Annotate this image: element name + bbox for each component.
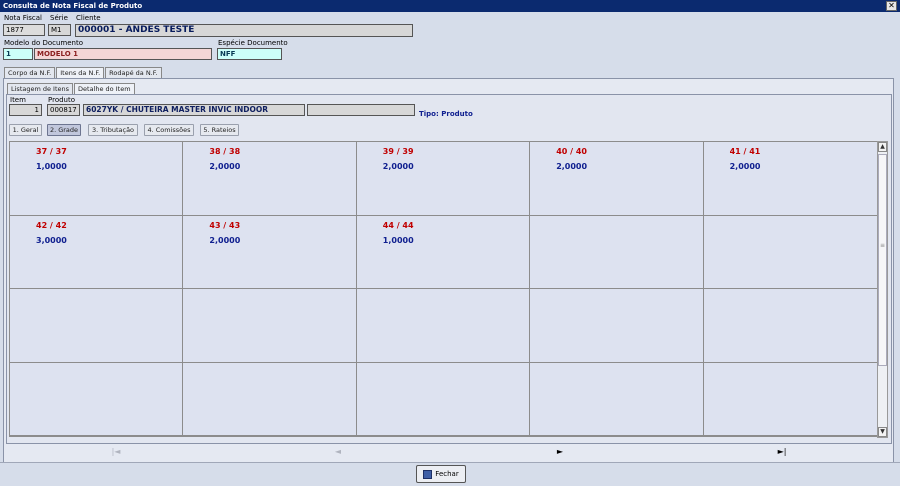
grade-cell[interactable]	[530, 215, 704, 289]
grade-cell[interactable]	[356, 362, 531, 436]
scrollbar-thumb[interactable]	[878, 154, 887, 366]
record-navigator: |◄ ◄ ► ►|	[9, 445, 878, 459]
grade-cell[interactable]: 40 / 40 2,0000	[530, 142, 704, 216]
grade-size-label: 38 / 38	[209, 147, 241, 156]
rateios-button[interactable]: 5. Rateios	[200, 124, 239, 136]
produto-desc-field[interactable]: 6027YK / CHUTEIRA MASTER INVIC INDOOR	[83, 104, 305, 116]
grade-cell[interactable]	[530, 289, 704, 363]
tab-corpo[interactable]: Corpo da N.F.	[4, 67, 56, 78]
nota-fiscal-field[interactable]: 1877	[3, 24, 45, 36]
grade-quantity-value: 1,0000	[36, 162, 67, 171]
grade-cell[interactable]	[356, 289, 531, 363]
grade-size-label: 39 / 39	[382, 147, 414, 156]
cliente-field[interactable]: 000001 - ANDES TESTE	[75, 24, 413, 37]
grade-button[interactable]: 2. Grade	[47, 124, 81, 136]
grade-size-label: 37 / 37	[36, 147, 67, 156]
grade-cell[interactable]	[703, 289, 877, 363]
grade-cell[interactable]: 38 / 38 2,0000	[183, 142, 357, 216]
produto-extra-field[interactable]	[307, 104, 415, 116]
first-record-button[interactable]: |◄	[109, 447, 123, 456]
grade-cell[interactable]: 42 / 42 3,0000	[10, 215, 184, 289]
tab-listagem[interactable]: Listagem de Itens	[7, 83, 74, 94]
grade-quantity-value: 2,0000	[209, 235, 241, 245]
serie-label: Série	[50, 14, 68, 22]
arrow-down-icon[interactable]: ▼	[878, 427, 887, 437]
grade-quantity-value: 2,0000	[209, 162, 241, 171]
modelo-field[interactable]: MODELO 1	[34, 48, 212, 60]
grade-size-label: 43 / 43	[209, 220, 241, 230]
close-icon[interactable]: ✕	[886, 1, 897, 11]
grade-size-label: 40 / 40	[556, 147, 587, 156]
grade-cell[interactable]	[183, 362, 357, 436]
grade-cell[interactable]	[703, 216, 877, 289]
serie-field[interactable]: M1	[48, 24, 71, 36]
grade-size-label: 44 / 44	[382, 220, 414, 230]
window-title: Consulta de Nota Fiscal de Produto	[3, 2, 143, 10]
tipo-text: Tipo: Produto	[419, 110, 473, 118]
grade-quantity-value: 3,0000	[36, 235, 67, 245]
tab-rodape[interactable]: Rodapé da N.F.	[105, 67, 162, 78]
modelo-code-field[interactable]: 1	[3, 48, 33, 60]
grade-quantity-value: 1,0000	[382, 235, 414, 245]
grade-grid: 37 / 37 1,0000 38 / 38 2,0000 39 / 39 2,0000 4…	[9, 141, 878, 437]
grade-cell[interactable]: 43 / 43 2,0000	[183, 215, 357, 289]
grade-size-label: 42 / 42	[36, 220, 67, 230]
grade-cell[interactable]: 44 / 44 1,0000	[356, 215, 531, 289]
tab-itens[interactable]: Itens da N.F.	[56, 67, 105, 78]
geral-button[interactable]: 1. Geral	[9, 124, 42, 136]
comissoes-button[interactable]: 4. Comissões	[144, 124, 194, 136]
item-field[interactable]: 1	[9, 104, 42, 116]
grade-cell[interactable]	[530, 362, 704, 436]
grade-scrollbar[interactable]: ▲ ≡ ▼	[877, 141, 888, 438]
grade-quantity-value: 2,0000	[382, 162, 414, 171]
fechar-label: Fechar	[435, 470, 459, 478]
arrow-up-icon[interactable]: ▲	[878, 142, 887, 152]
last-record-button[interactable]: ►|	[775, 447, 789, 456]
especie-field[interactable]: NFF	[217, 48, 282, 60]
grade-cell[interactable]	[703, 363, 877, 436]
item-label: Item	[10, 96, 26, 104]
tributacao-button[interactable]: 3. Tributação	[88, 124, 138, 136]
tab-detalhe[interactable]: Detalhe do Item	[74, 83, 135, 94]
grade-quantity-value: 2,0000	[556, 162, 588, 171]
grade-cell[interactable]: 41 / 41 2,0000	[703, 142, 877, 216]
grade-size-label: 41 / 41	[729, 147, 761, 156]
sub-tabbar: Listagem de Itens Detalhe do Item	[7, 83, 135, 94]
especie-label: Espécie Documento	[218, 39, 288, 47]
grade-cell[interactable]: 39 / 39 2,0000	[356, 142, 531, 216]
cliente-label: Cliente	[76, 14, 101, 22]
produto-code-field[interactable]: 000817	[47, 104, 80, 116]
grade-cell[interactable]	[10, 289, 184, 363]
door-icon	[423, 469, 433, 479]
grip-icon: ≡	[880, 242, 886, 249]
prev-record-button[interactable]: ◄	[331, 447, 345, 456]
next-record-button[interactable]: ►	[553, 447, 567, 456]
grade-cell[interactable]	[183, 289, 357, 363]
nota-fiscal-label: Nota Fiscal	[4, 14, 42, 22]
grade-cell[interactable]	[10, 362, 184, 436]
grade-quantity-value: 2,0000	[729, 162, 761, 171]
grade-cell[interactable]: 37 / 37 1,0000	[10, 142, 184, 216]
main-tabbar: Corpo da N.F. Itens da N.F. Rodapé da N.…	[4, 67, 162, 78]
fechar-button[interactable]: Fechar	[416, 465, 466, 483]
window-titlebar: Consulta de Nota Fiscal de Produto ✕	[0, 0, 900, 12]
modelo-label: Modelo do Documento	[4, 39, 84, 47]
produto-label: Produto	[48, 96, 76, 104]
